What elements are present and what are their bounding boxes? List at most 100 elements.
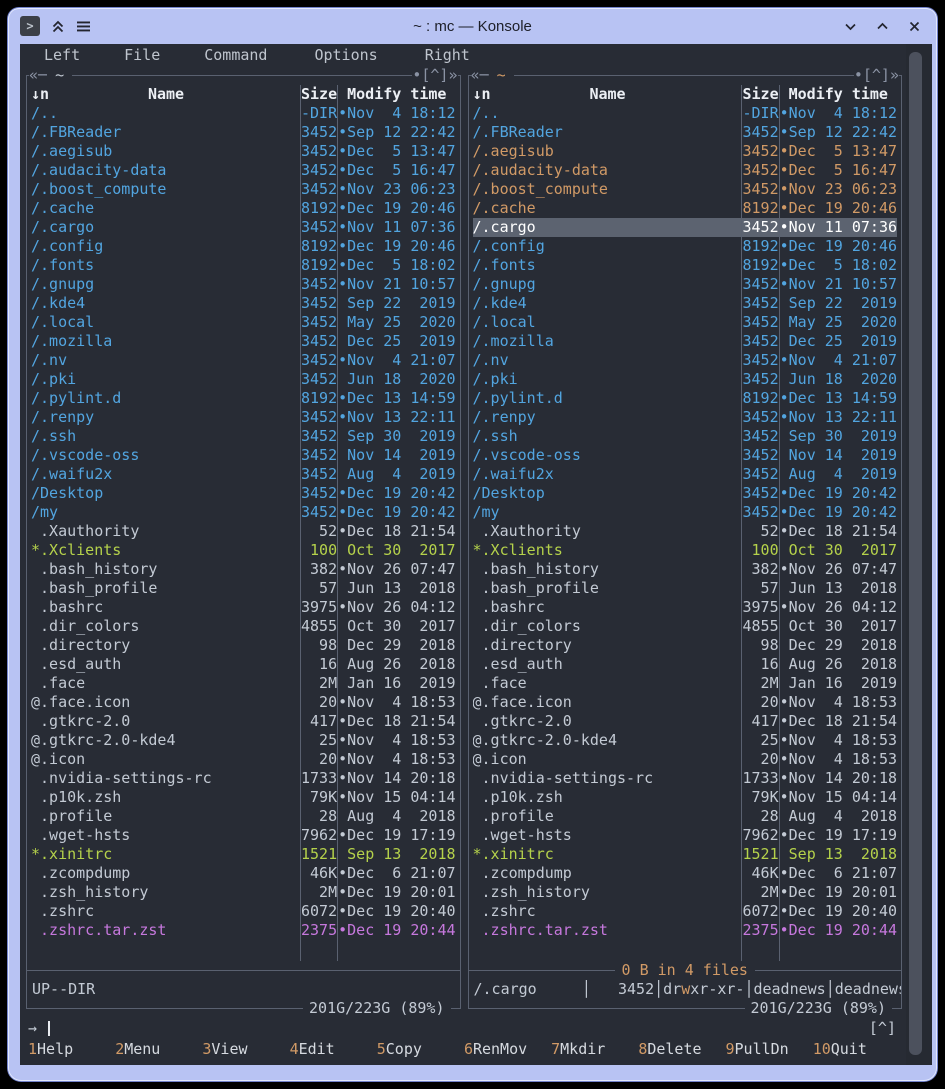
file-row[interactable]: .zcompdump46K•Dec 6 21:07 (473, 864, 898, 883)
file-row[interactable]: /.FBReader3452•Sep 12 22:42 (473, 123, 898, 142)
file-row[interactable]: /.pki3452 Jun 18 2020 (31, 370, 456, 389)
file-row[interactable]: /.audacity-data3452•Dec 5 16:47 (473, 161, 898, 180)
file-row[interactable]: .zshrc.tar.zst2375•Dec 19 20:44 (31, 921, 456, 940)
file-row[interactable]: /.FBReader3452•Sep 12 22:42 (31, 123, 456, 142)
file-row[interactable]: *.xinitrc1521 Sep 13 2018 (473, 845, 898, 864)
file-row[interactable]: @.gtkrc-2.0-kde425•Nov 4 18:53 (473, 731, 898, 750)
file-row[interactable]: .esd_auth16 Aug 26 2018 (31, 655, 456, 674)
maximize-button[interactable] (876, 20, 889, 33)
file-row[interactable]: /.audacity-data3452•Dec 5 16:47 (31, 161, 456, 180)
file-row[interactable]: @.icon20•Nov 4 18:53 (473, 750, 898, 769)
file-row[interactable]: .Xauthority52•Dec 18 21:54 (473, 522, 898, 541)
file-row[interactable]: /Desktop3452•Dec 19 20:42 (31, 484, 456, 503)
mtime-column-header[interactable]: Modify time (780, 85, 897, 104)
file-row[interactable]: /.waifu2x3452 Aug 4 2019 (473, 465, 898, 484)
file-row[interactable]: *.xinitrc1521 Sep 13 2018 (31, 845, 456, 864)
command-line[interactable]: → [^] (24, 1018, 904, 1038)
file-row[interactable]: /.gnupg3452•Nov 21 10:57 (473, 275, 898, 294)
file-row[interactable]: .bash_history382•Nov 26 07:47 (473, 560, 898, 579)
file-row[interactable]: /.renpy3452•Nov 13 22:11 (31, 408, 456, 427)
file-row[interactable]: /.cache8192•Dec 19 20:46 (473, 199, 898, 218)
file-row[interactable]: .profile28 Aug 4 2018 (473, 807, 898, 826)
file-row[interactable]: .zshrc6072•Dec 19 20:40 (473, 902, 898, 921)
file-row[interactable]: /.config8192•Dec 19 20:46 (473, 237, 898, 256)
file-row[interactable]: /.pki3452 Jun 18 2020 (473, 370, 898, 389)
file-row[interactable]: /.kde43452 Sep 22 2019 (473, 294, 898, 313)
file-row[interactable]: .face2M Jan 16 2019 (473, 674, 898, 693)
file-row[interactable]: .wget-hsts7962•Dec 19 17:19 (473, 826, 898, 845)
file-row[interactable]: /.waifu2x3452 Aug 4 2019 (31, 465, 456, 484)
file-row[interactable]: *.Xclients100 Oct 30 2017 (473, 541, 898, 560)
file-row[interactable]: /.cache8192•Dec 19 20:46 (31, 199, 456, 218)
file-row[interactable]: .p10k.zsh79K•Nov 15 04:14 (473, 788, 898, 807)
file-row[interactable]: /.kde43452 Sep 22 2019 (31, 294, 456, 313)
file-row[interactable]: /my3452•Dec 19 20:42 (473, 503, 898, 522)
file-row[interactable]: /.cargo3452•Nov 11 07:36 (31, 218, 456, 237)
file-row[interactable]: .directory98 Dec 29 2018 (473, 636, 898, 655)
file-row[interactable]: /.vscode-oss3452 Nov 14 2019 (31, 446, 456, 465)
file-row[interactable]: .bashrc3975•Nov 26 04:12 (31, 598, 456, 617)
keep-above-icon[interactable] (51, 19, 65, 33)
menu-item-options[interactable]: Options (314, 44, 377, 66)
file-row[interactable]: .nvidia-settings-rc1733•Nov 14 20:18 (473, 769, 898, 788)
file-row[interactable]: /.nv3452•Nov 4 21:07 (473, 351, 898, 370)
menu-item-command[interactable]: Command (204, 44, 267, 66)
size-column-header[interactable]: Size (301, 85, 337, 104)
file-row[interactable]: *.Xclients100 Oct 30 2017 (31, 541, 456, 560)
name-column-header[interactable]: ↓n Name (31, 85, 301, 104)
file-row[interactable]: .gtkrc-2.0417•Dec 18 21:54 (473, 712, 898, 731)
file-row[interactable]: /.local3452 May 25 2020 (31, 313, 456, 332)
file-row[interactable]: .gtkrc-2.0417•Dec 18 21:54 (31, 712, 456, 731)
fkey-view[interactable]: 3View (202, 1038, 289, 1060)
file-row[interactable]: .dir_colors4855 Oct 30 2017 (31, 617, 456, 636)
menu-item-file[interactable]: File (124, 44, 160, 66)
file-row[interactable]: /.pylint.d8192•Dec 13 14:59 (31, 389, 456, 408)
file-row[interactable]: /.boost_compute3452•Nov 23 06:23 (31, 180, 456, 199)
menu-item-left[interactable]: Left (44, 44, 80, 66)
history-marker[interactable]: «─ (29, 66, 47, 85)
file-row[interactable]: .face2M Jan 16 2019 (31, 674, 456, 693)
file-row[interactable]: /.aegisub3452•Dec 5 13:47 (31, 142, 456, 161)
file-row[interactable]: /..-DIR•Nov 4 18:12 (31, 104, 456, 123)
file-row[interactable]: /.vscode-oss3452 Nov 14 2019 (473, 446, 898, 465)
file-row[interactable]: .Xauthority52•Dec 18 21:54 (31, 522, 456, 541)
fkey-renmov[interactable]: 6RenMov (464, 1038, 551, 1060)
file-row[interactable]: @.icon20•Nov 4 18:53 (31, 750, 456, 769)
file-row[interactable]: .profile28 Aug 4 2018 (31, 807, 456, 826)
file-row[interactable]: /.renpy3452•Nov 13 22:11 (473, 408, 898, 427)
file-row[interactable]: .zshrc6072•Dec 19 20:40 (31, 902, 456, 921)
file-row[interactable]: @.face.icon20•Nov 4 18:53 (473, 693, 898, 712)
file-row[interactable]: /.boost_compute3452•Nov 23 06:23 (473, 180, 898, 199)
panel-path[interactable]: ~ (47, 66, 72, 85)
file-row[interactable]: .zsh_history2M•Dec 19 20:01 (31, 883, 456, 902)
panel-path[interactable]: ~ (489, 66, 514, 85)
file-row[interactable]: .bash_profile57 Jun 13 2018 (31, 579, 456, 598)
fkey-delete[interactable]: 8Delete (638, 1038, 725, 1060)
updir-marker[interactable]: •[^]» (412, 66, 457, 85)
size-column-header[interactable]: Size (743, 85, 779, 104)
scrollbar[interactable] (906, 44, 932, 1065)
file-row[interactable]: .wget-hsts7962•Dec 19 17:19 (31, 826, 456, 845)
file-row[interactable]: /.ssh3452 Sep 30 2019 (31, 427, 456, 446)
file-row[interactable]: /.ssh3452 Sep 30 2019 (473, 427, 898, 446)
file-row[interactable]: /my3452•Dec 19 20:42 (31, 503, 456, 522)
file-row[interactable]: .bash_profile57 Jun 13 2018 (473, 579, 898, 598)
updir-corner-marker[interactable]: [^] (869, 1019, 896, 1038)
fkey-help[interactable]: 1Help (28, 1038, 115, 1060)
file-row[interactable]: /.nv3452•Nov 4 21:07 (31, 351, 456, 370)
menu-item-right[interactable]: Right (425, 44, 470, 66)
file-row[interactable]: /.mozilla3452 Dec 25 2019 (473, 332, 898, 351)
file-row[interactable]: /.cargo3452•Nov 11 07:36 (473, 218, 898, 237)
fkey-mkdir[interactable]: 7Mkdir (551, 1038, 638, 1060)
file-row[interactable]: /..-DIR•Nov 4 18:12 (473, 104, 898, 123)
name-column-header[interactable]: ↓n Name (473, 85, 743, 104)
file-row[interactable]: /.pylint.d8192•Dec 13 14:59 (473, 389, 898, 408)
file-row[interactable]: .bashrc3975•Nov 26 04:12 (473, 598, 898, 617)
fkey-copy[interactable]: 5Copy (377, 1038, 464, 1060)
fkey-menu[interactable]: 2Menu (115, 1038, 202, 1060)
file-row[interactable]: .dir_colors4855 Oct 30 2017 (473, 617, 898, 636)
scrollbar-thumb[interactable] (909, 52, 922, 1055)
mtime-column-header[interactable]: Modify time (338, 85, 455, 104)
file-row[interactable]: .p10k.zsh79K•Nov 15 04:14 (31, 788, 456, 807)
file-row[interactable]: .directory98 Dec 29 2018 (31, 636, 456, 655)
